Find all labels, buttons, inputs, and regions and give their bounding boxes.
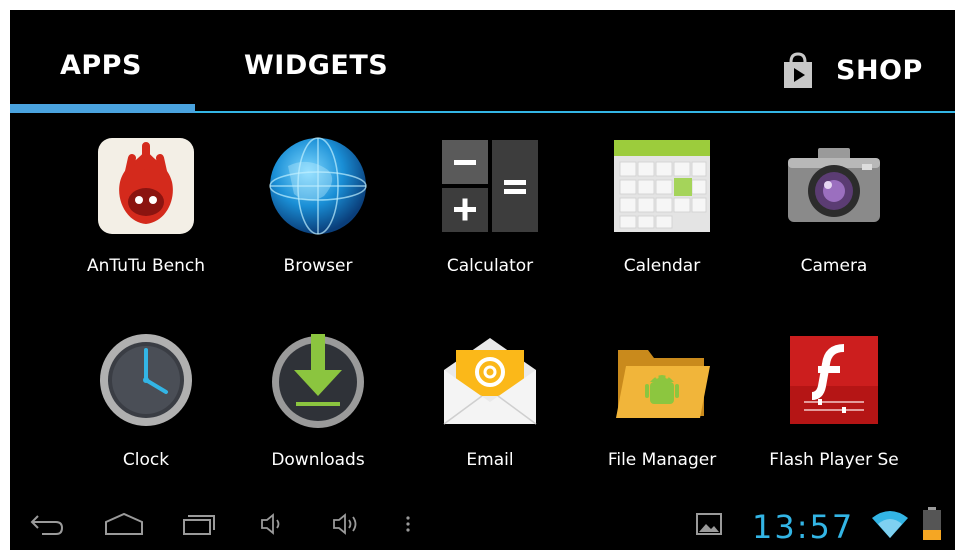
menu-icon[interactable]	[402, 510, 414, 538]
app-browser[interactable]: Browser	[232, 114, 404, 294]
home-icon[interactable]	[102, 510, 146, 538]
app-label: Downloads	[271, 450, 365, 470]
screenshot-notification-icon[interactable]	[694, 510, 724, 538]
system-nav-bar: 13:57	[10, 494, 955, 550]
app-antutu[interactable]: AnTuTu Bench	[60, 114, 232, 294]
email-icon	[443, 338, 537, 425]
tab-apps[interactable]: APPS	[60, 50, 142, 90]
tab-bar: APPS WIDGETS SHOP	[10, 10, 955, 114]
tab-shop[interactable]: SHOP	[778, 50, 923, 90]
app-email[interactable]: Email	[404, 308, 576, 488]
app-file-manager[interactable]: File Manager	[576, 308, 748, 488]
app-calculator[interactable]: Calculator	[404, 114, 576, 294]
wifi-icon	[872, 511, 908, 538]
app-label: Email	[466, 450, 514, 470]
app-label: File Manager	[607, 450, 717, 470]
back-icon[interactable]	[28, 510, 68, 538]
volume-down-icon[interactable]	[258, 510, 288, 538]
camera-icon	[788, 148, 880, 222]
flash-icon	[790, 336, 878, 424]
calendar-icon	[614, 140, 710, 232]
calculator-icon	[442, 140, 538, 232]
app-camera[interactable]: Camera	[748, 114, 920, 294]
app-label: Browser	[283, 256, 353, 276]
shopping-bag-icon	[784, 52, 812, 88]
tab-selected-indicator	[10, 104, 195, 113]
antutu-icon	[98, 138, 194, 234]
app-label: Clock	[122, 450, 170, 470]
app-label: Camera	[800, 256, 868, 276]
battery-icon	[923, 507, 941, 540]
app-downloads[interactable]: Downloads	[232, 308, 404, 488]
app-clock[interactable]: Clock	[60, 308, 232, 488]
globe-icon	[269, 137, 367, 235]
tab-widgets[interactable]: WIDGETS	[244, 50, 388, 90]
download-icon	[272, 334, 364, 428]
app-flash-player[interactable]: Flash Player Se	[748, 308, 920, 488]
android-app-drawer: APPS WIDGETS SHOP AnTuTu Bench Browser C…	[10, 10, 955, 550]
app-label: Calculator	[446, 256, 534, 276]
clock-icon	[100, 334, 192, 426]
app-calendar[interactable]: Calendar	[576, 114, 748, 294]
app-label: Flash Player Se	[769, 450, 899, 470]
folder-icon	[616, 350, 710, 418]
volume-up-icon[interactable]	[330, 510, 366, 538]
app-label: Calendar	[623, 256, 701, 276]
app-label: AnTuTu Bench	[87, 256, 205, 276]
recent-apps-icon[interactable]	[178, 510, 218, 538]
tab-shop-label: SHOP	[836, 54, 923, 86]
status-clock: 13:57	[752, 508, 855, 546]
app-grid: AnTuTu Bench Browser Calculator Calendar…	[10, 114, 955, 494]
